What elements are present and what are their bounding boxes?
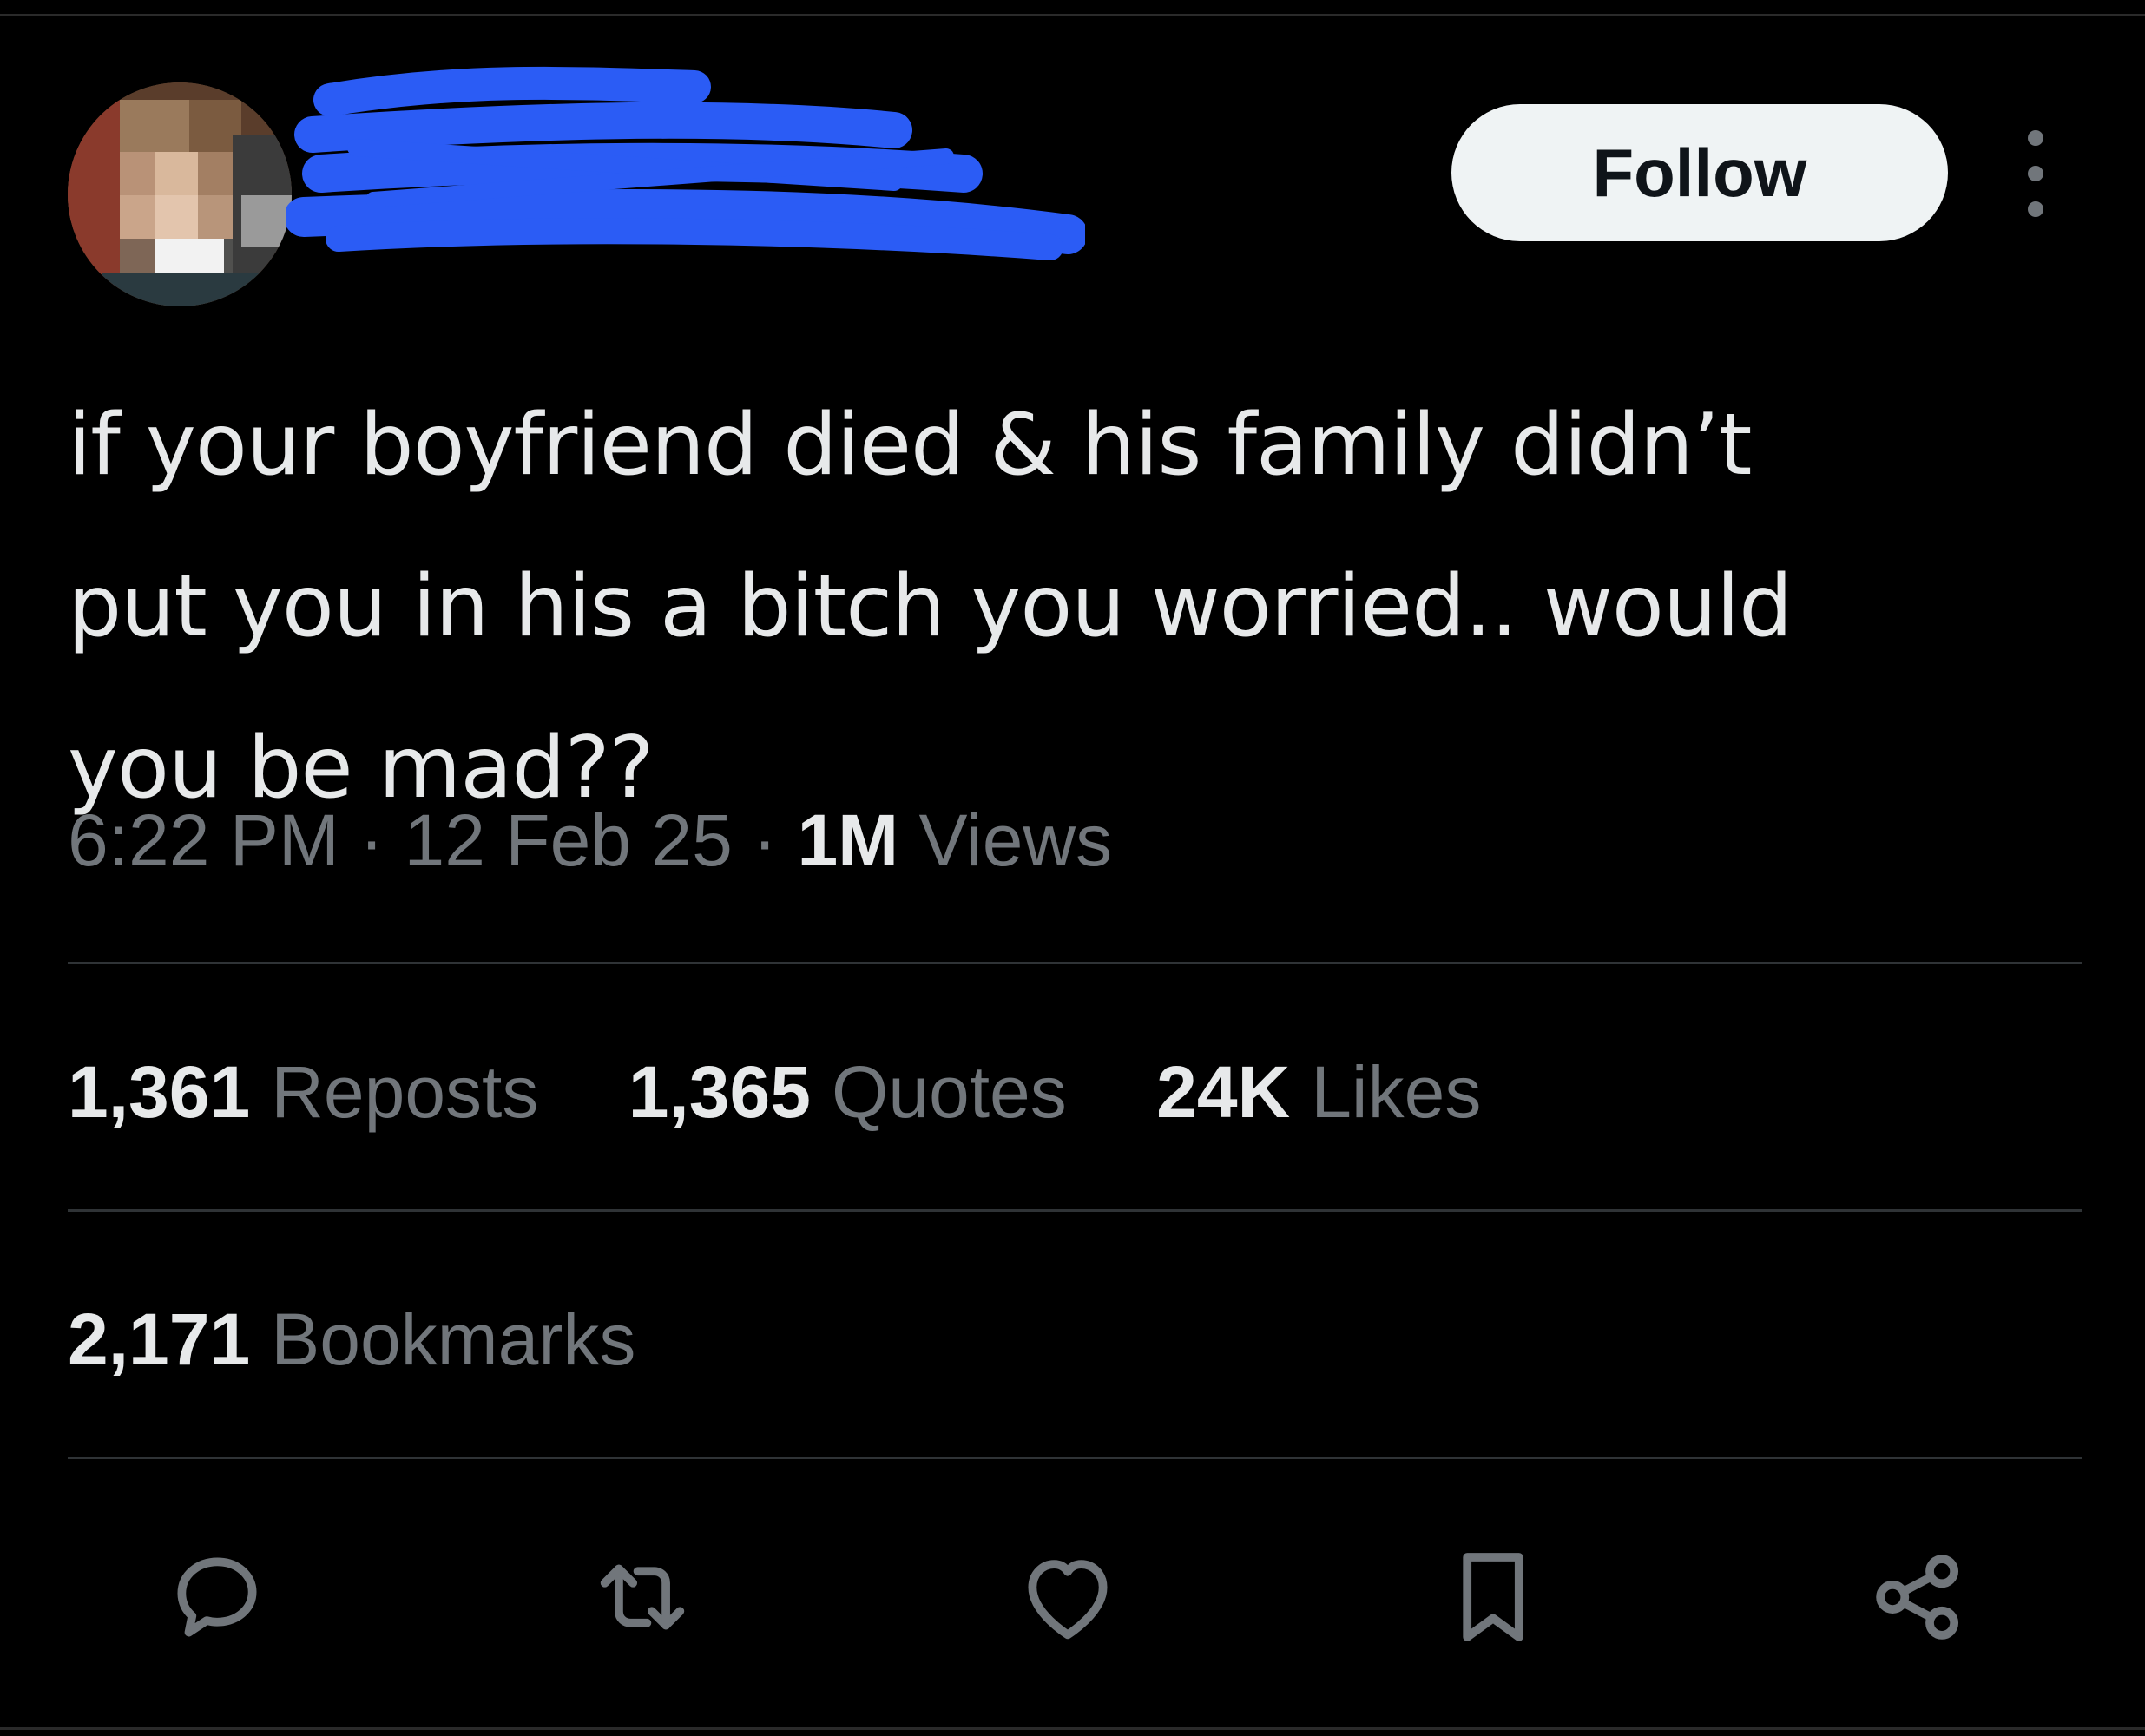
divider — [68, 962, 2082, 964]
engagement-stats: 1,361 Reposts 1,365 Quotes 24K Likes — [68, 1050, 1550, 1134]
reposts-count: 1,361 — [68, 1051, 251, 1133]
tweet-meta: 6:22 PM · 12 Feb 25 · 1M Views — [68, 799, 1112, 883]
bookmark-button[interactable] — [1432, 1536, 1554, 1658]
repost-icon — [600, 1564, 685, 1630]
likes-count: 24K — [1156, 1051, 1291, 1133]
quotes-label: Quotes — [831, 1051, 1067, 1133]
more-dot — [2028, 130, 2043, 146]
reposts-stat[interactable]: 1,361 Reposts — [68, 1050, 538, 1134]
tweet-time[interactable]: 6:22 PM — [68, 799, 339, 881]
more-vertical-icon[interactable] — [2014, 130, 2057, 217]
reply-button[interactable] — [156, 1536, 278, 1658]
tweet-text: if your boyfriend died & his family didn… — [68, 396, 1793, 818]
bookmark-icon — [1463, 1553, 1523, 1641]
likes-label: Likes — [1311, 1051, 1482, 1133]
avatar-pixelated-icon — [68, 82, 292, 306]
meta-separator: · — [359, 799, 385, 881]
quotes-stat[interactable]: 1,365 Quotes — [628, 1050, 1067, 1134]
top-border — [0, 14, 2145, 16]
like-icon — [1028, 1560, 1108, 1640]
repost-button[interactable] — [582, 1536, 703, 1658]
views-count: 1M — [797, 799, 899, 881]
bookmarks-label: Bookmarks — [271, 1299, 636, 1380]
like-button[interactable] — [1007, 1536, 1128, 1658]
bookmarks-count: 2,171 — [68, 1299, 251, 1380]
views-label: Views — [918, 799, 1113, 881]
bookmarks-stat[interactable]: 2,171 Bookmarks — [68, 1298, 635, 1382]
more-dot — [2028, 166, 2043, 181]
more-dot — [2028, 201, 2043, 217]
reply-icon — [177, 1557, 257, 1637]
likes-stat[interactable]: 24K Likes — [1156, 1050, 1481, 1134]
divider — [68, 1457, 2082, 1459]
quotes-count: 1,365 — [628, 1051, 811, 1133]
bottom-border — [0, 1727, 2145, 1730]
author-avatar[interactable] — [68, 82, 292, 306]
meta-separator: · — [753, 799, 778, 881]
follow-button[interactable]: Follow — [1451, 104, 1948, 241]
action-bar — [130, 1536, 2040, 1658]
divider — [68, 1209, 2082, 1212]
share-icon — [1876, 1555, 1959, 1640]
reposts-label: Reposts — [271, 1051, 539, 1133]
share-button[interactable] — [1858, 1536, 1979, 1658]
tweet-detail-view: Follow if your boyfriend died & his fami… — [0, 0, 2145, 1736]
tweet-date[interactable]: 12 Feb 25 — [405, 799, 733, 881]
redacted-username-scribble — [286, 66, 1085, 260]
